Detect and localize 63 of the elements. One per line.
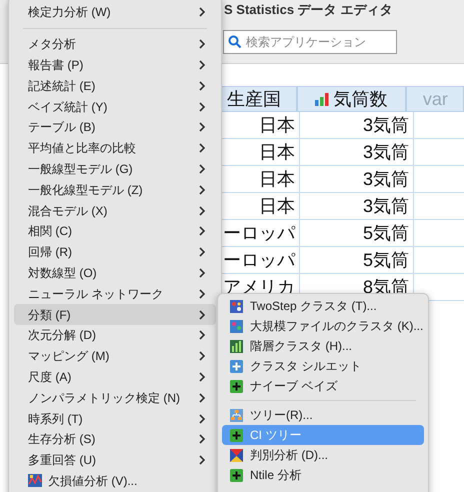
tree-icon <box>230 408 243 422</box>
menu-item[interactable]: 検定力分析 (W) <box>14 2 216 23</box>
menu-item[interactable]: 報告書 (P) <box>14 54 216 76</box>
chevron-icon <box>199 310 206 320</box>
chevron-icon <box>199 330 206 340</box>
column-header: var <box>406 86 464 112</box>
menu-item[interactable]: 次元分解 (D) <box>14 324 216 346</box>
window-title: S Statistics データ エディタ <box>224 1 392 20</box>
plus-icon <box>230 428 243 442</box>
chevron-icon <box>199 247 206 258</box>
menu-item[interactable]: 欠損値分析 (V)... <box>14 470 216 492</box>
scale-measure-icon <box>315 92 330 106</box>
menu-item[interactable]: ノンパラメトリック検定 (N) <box>14 387 216 408</box>
menu-item[interactable]: 時系列 (T) <box>14 408 216 429</box>
chevron-icon <box>199 7 206 18</box>
bar-chart-icon <box>230 340 243 352</box>
chevron-icon <box>199 102 206 112</box>
menu-item[interactable]: クラスタ シルエット <box>222 356 424 376</box>
cluster-icon <box>230 300 243 312</box>
menu-item[interactable]: ナイーブ ベイズ <box>222 376 424 396</box>
plus-icon <box>230 380 243 392</box>
table-cell: 5気筒 <box>300 220 414 246</box>
menu-item[interactable]: ツリー(R)... <box>222 405 424 425</box>
chevron-icon <box>199 414 206 424</box>
column-header: 気筒数 <box>296 86 406 112</box>
chevron-icon <box>199 288 206 299</box>
plus-icon <box>230 468 243 482</box>
menu-item[interactable]: メタ分析 <box>14 34 216 55</box>
chevron-icon <box>199 392 206 403</box>
menu-item[interactable]: 大規模ファイルのクラスタ (K)... <box>222 316 424 336</box>
chevron-icon <box>199 226 206 236</box>
chevron-icon <box>199 80 206 91</box>
chevron-icon <box>199 455 206 466</box>
chevron-icon <box>199 268 206 278</box>
table-cell: 3気筒 <box>300 139 414 165</box>
table-cell: 3気筒 <box>300 193 414 219</box>
menu-item[interactable]: マッピング (M) <box>14 346 216 367</box>
menu-item[interactable]: Ntile 分析 <box>222 465 424 485</box>
chevron-icon <box>199 351 206 362</box>
chevron-icon <box>199 122 206 132</box>
menu-item[interactable]: 判別分析 (D)... <box>222 445 424 465</box>
discriminant-icon <box>230 448 243 462</box>
table-cell: 5気筒 <box>300 247 414 273</box>
search-field[interactable]: 検索アプリケーション <box>223 30 397 54</box>
plus-icon <box>230 360 243 372</box>
chevron-icon <box>199 434 206 444</box>
missing-values-icon <box>28 474 42 488</box>
chevron-icon <box>199 39 206 50</box>
menu-item[interactable]: 生存分析 (S) <box>14 428 216 450</box>
menu-item[interactable]: 階層クラスタ (H)... <box>222 336 424 356</box>
chevron-icon <box>199 184 206 195</box>
chevron-icon <box>199 206 206 216</box>
menu-item[interactable]: 尺度 (A) <box>14 366 216 388</box>
table-cell: 3気筒 <box>300 166 414 192</box>
menu-item[interactable]: 多重回答 (U) <box>14 450 216 471</box>
chevron-icon <box>199 60 206 70</box>
chevron-icon <box>199 143 206 154</box>
table-cell: 3気筒 <box>300 112 414 138</box>
search-icon <box>228 34 242 48</box>
menu-item[interactable]: 分類 (F) <box>14 304 216 325</box>
cluster-icon <box>230 320 243 332</box>
chevron-icon <box>199 372 206 382</box>
chevron-icon <box>199 164 206 174</box>
